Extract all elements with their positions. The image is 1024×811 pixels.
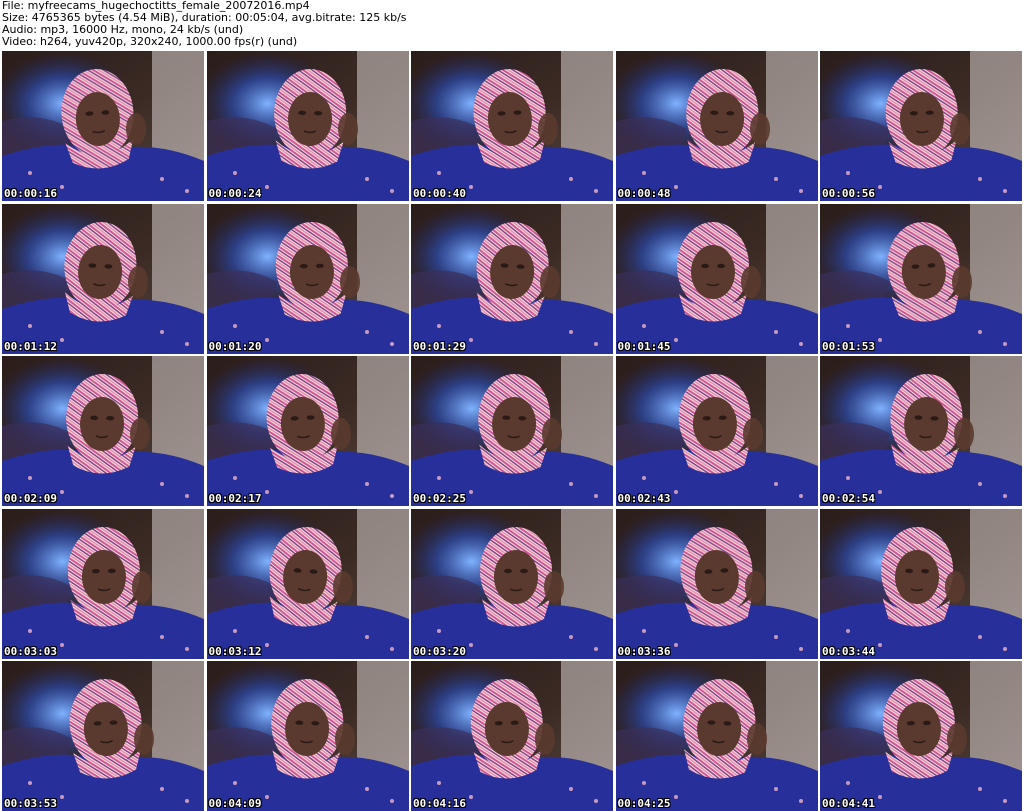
thumbnail-timestamp: 00:04:16 [413, 797, 466, 810]
thumbnail-timestamp: 00:00:24 [208, 187, 262, 200]
file-info-header: File: myfreecams_hugechoctitts_female_20… [2, 0, 1020, 50]
video-thumbnail: 00:01:45 [615, 203, 818, 354]
video-frame-image [206, 356, 409, 506]
thumbnail-timestamp: 00:03:44 [822, 644, 875, 658]
thumbnail-timestamp: 00:03:36 [617, 644, 671, 658]
video-frame-image [2, 203, 204, 354]
video-thumbnail: 00:00:16 [2, 51, 204, 201]
video-thumbnail: 00:00:40 [411, 51, 613, 201]
thumbnail-grid: 00:00:16 00:00:24 00:00:40 00:00:48 00:0… [2, 51, 1022, 811]
video-thumbnail: 00:01:20 [206, 203, 409, 354]
thumbnail-timestamp: 00:04:09 [208, 797, 262, 810]
video-thumbnail: 00:02:09 [2, 356, 204, 506]
thumbnail-timestamp: 00:01:53 [822, 339, 875, 353]
video-frame-image [615, 356, 818, 506]
video-thumbnail: 00:02:25 [411, 356, 613, 506]
video-thumbnail: 00:03:36 [615, 508, 818, 659]
video-thumbnail: 00:04:09 [206, 661, 409, 811]
thumbnail-timestamp: 00:00:48 [617, 187, 671, 200]
video-frame-image [411, 508, 613, 659]
video-thumbnail: 00:03:53 [2, 661, 204, 811]
video-frame-image [2, 661, 204, 811]
video-info-line: Video: h264, yuv420p, 320x240, 1000.00 f… [2, 35, 298, 48]
video-frame-image [206, 203, 409, 354]
thumbnail-timestamp: 00:02:17 [208, 492, 262, 505]
video-frame-image [411, 661, 613, 811]
video-frame-image [2, 356, 204, 506]
video-thumbnail: 00:00:24 [206, 51, 409, 201]
video-thumbnail: 00:03:20 [411, 508, 613, 659]
video-frame-image [411, 356, 613, 506]
video-frame-image [820, 203, 1022, 354]
video-thumbnail: 00:04:41 [820, 661, 1022, 811]
video-frame-image [820, 661, 1022, 811]
video-frame-image [2, 508, 204, 659]
thumbnail-timestamp: 00:03:20 [413, 644, 466, 658]
thumbnail-timestamp: 00:01:29 [413, 339, 466, 353]
thumbnail-timestamp: 00:01:20 [208, 339, 262, 353]
thumbnail-timestamp: 00:01:45 [617, 339, 671, 353]
video-thumbnail: 00:00:48 [615, 51, 818, 201]
video-frame-image [820, 356, 1022, 506]
video-frame-image [615, 508, 818, 659]
video-thumbnail: 00:01:29 [411, 203, 613, 354]
video-thumbnail: 00:03:44 [820, 508, 1022, 659]
video-frame-image [411, 51, 613, 201]
video-frame-image [615, 51, 818, 201]
video-frame-image [206, 661, 409, 811]
thumbnail-timestamp: 00:02:43 [617, 492, 671, 505]
video-thumbnail: 00:00:56 [820, 51, 1022, 201]
video-frame-image [615, 661, 818, 811]
thumbnail-timestamp: 00:00:40 [413, 187, 466, 200]
video-frame-image [206, 508, 409, 659]
video-thumbnail: 00:04:25 [615, 661, 818, 811]
video-thumbnail: 00:02:54 [820, 356, 1022, 506]
video-thumbnail: 00:01:12 [2, 203, 204, 354]
video-thumbnail: 00:04:16 [411, 661, 613, 811]
thumbnail-timestamp: 00:00:16 [4, 187, 57, 200]
thumbnail-timestamp: 00:04:25 [617, 797, 671, 810]
thumbnail-timestamp: 00:02:25 [413, 492, 466, 505]
video-frame-image [820, 51, 1022, 201]
video-thumbnail: 00:02:43 [615, 356, 818, 506]
thumbnail-timestamp: 00:00:56 [822, 187, 875, 200]
thumbnail-timestamp: 00:02:54 [822, 492, 875, 505]
thumbnail-timestamp: 00:03:03 [4, 644, 57, 658]
thumbnail-timestamp: 00:01:12 [4, 339, 57, 353]
video-frame-image [206, 51, 409, 201]
video-thumbnail: 00:03:03 [2, 508, 204, 659]
thumbnail-timestamp: 00:02:09 [4, 492, 57, 505]
video-frame-image [615, 203, 818, 354]
video-thumbnail: 00:02:17 [206, 356, 409, 506]
thumbnail-timestamp: 00:03:12 [208, 644, 262, 658]
video-thumbnail: 00:01:53 [820, 203, 1022, 354]
thumbnail-timestamp: 00:04:41 [822, 797, 875, 810]
video-thumbnail: 00:03:12 [206, 508, 409, 659]
video-frame-image [820, 508, 1022, 659]
thumbnail-timestamp: 00:03:53 [4, 797, 57, 810]
video-frame-image [2, 51, 204, 201]
video-frame-image [411, 203, 613, 354]
